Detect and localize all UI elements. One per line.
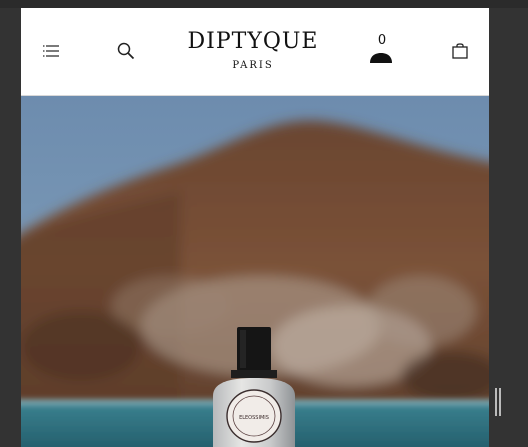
bottle-label-text: ELEOSSIMIS: [239, 415, 269, 421]
brand-name: DIPTYQUE: [187, 29, 319, 54]
shopping-bag-button[interactable]: [448, 40, 472, 62]
search-button[interactable]: [114, 39, 138, 63]
top-strip: [0, 0, 528, 8]
brand-logo[interactable]: DIPTYQUE PARIS: [155, 27, 351, 75]
brand-city: PARIS: [232, 60, 274, 71]
hero-photo: ELEOSSIMIS: [21, 96, 489, 447]
user-icon: [370, 53, 392, 63]
hamburger-menu-icon: [43, 45, 59, 57]
menu-button[interactable]: [39, 40, 63, 62]
site-viewport: DIPTYQUE PARIS 0 ELEOSSIMIS: [21, 8, 489, 447]
account-button[interactable]: 0: [364, 33, 398, 64]
search-icon: [117, 42, 135, 60]
drag-handle-icon: [495, 388, 501, 416]
hero-image: ELEOSSIMIS: [21, 96, 489, 447]
shopping-bag-icon: [452, 43, 468, 59]
scroll-handle[interactable]: [495, 388, 501, 416]
site-header: DIPTYQUE PARIS 0: [21, 8, 489, 96]
